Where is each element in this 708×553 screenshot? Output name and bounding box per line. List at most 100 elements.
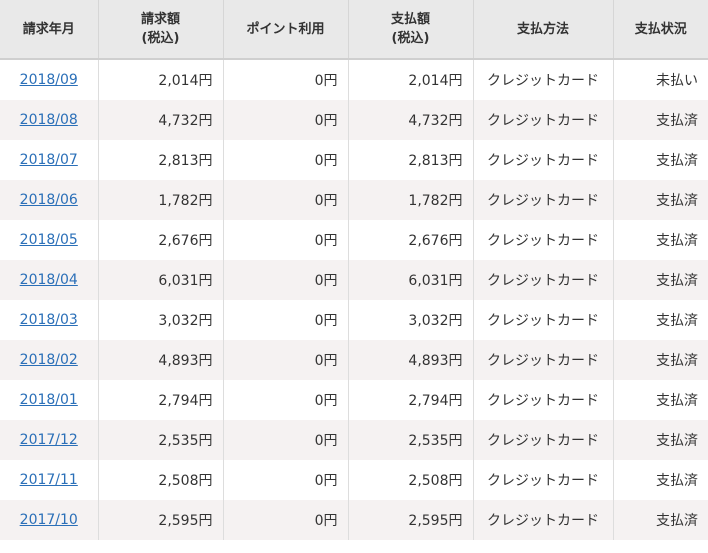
points-used-cell: 0円: [223, 300, 349, 340]
paid-amount-cell: 2,813円: [348, 140, 474, 180]
points-used-cell: 0円: [223, 500, 349, 540]
points-used-cell: 0円: [223, 180, 349, 220]
table-row: 2018/03 3,032円 0円 3,032円 クレジットカード 支払済: [0, 300, 708, 340]
paid-amount-cell: 1,782円: [348, 180, 474, 220]
table-row: 2017/10 2,595円 0円 2,595円 クレジットカード 支払済: [0, 500, 708, 540]
header-paid-amount-label: 支払額: [390, 12, 430, 27]
table-row: 2017/12 2,535円 0円 2,535円 クレジットカード 支払済: [0, 420, 708, 460]
points-used-cell: 0円: [223, 59, 349, 100]
billing-month-cell: 2018/06: [0, 180, 99, 220]
paid-amount-cell: 2,676円: [348, 220, 474, 260]
payment-method-cell: クレジットカード: [473, 59, 614, 100]
table-row: 2018/07 2,813円 0円 2,813円 クレジットカード 支払済: [0, 140, 708, 180]
billing-month-cell: 2018/05: [0, 220, 99, 260]
header-billed-amount-label: 請求額: [140, 12, 180, 27]
billing-month-link[interactable]: 2018/08: [20, 112, 78, 128]
table-row: 2018/02 4,893円 0円 4,893円 クレジットカード 支払済: [0, 340, 708, 380]
paid-amount-cell: 4,893円: [348, 340, 474, 380]
table-body: 2018/09 2,014円 0円 2,014円 クレジットカード 未払い 2018/08 4…: [0, 59, 708, 540]
paid-amount-cell: 2,014円: [348, 59, 474, 100]
table-row: 2018/06 1,782円 0円 1,782円 クレジットカード 支払済: [0, 180, 708, 220]
payment-status-cell: 支払済: [613, 380, 708, 420]
billing-month-cell: 2018/01: [0, 380, 99, 420]
paid-amount-cell: 2,794円: [348, 380, 474, 420]
header-payment-method: 支払方法: [473, 0, 614, 60]
billed-amount-cell: 3,032円: [98, 300, 224, 340]
billed-amount-cell: 2,813円: [98, 140, 224, 180]
billed-amount-cell: 4,893円: [98, 340, 224, 380]
header-billing-month: 請求年月: [0, 0, 99, 60]
table-row: 2018/09 2,014円 0円 2,014円 クレジットカード 未払い: [0, 59, 708, 100]
billing-month-link[interactable]: 2018/01: [20, 392, 78, 408]
billed-amount-cell: 4,732円: [98, 100, 224, 140]
payment-status-cell: 未払い: [613, 59, 708, 100]
billed-amount-cell: 6,031円: [98, 260, 224, 300]
header-payment-status-label: 支払状況: [634, 21, 687, 37]
payment-method-cell: クレジットカード: [473, 500, 614, 540]
billing-month-cell: 2018/03: [0, 300, 99, 340]
payment-method-cell: クレジットカード: [473, 420, 614, 460]
paid-amount-cell: 2,535円: [348, 420, 474, 460]
billing-month-cell: 2017/12: [0, 420, 99, 460]
payment-method-cell: クレジットカード: [473, 100, 614, 140]
billing-history-table: 請求年月 請求額 (税込) ポイント利用 支払額 (税込) 支払方法 支払状況 …: [0, 0, 708, 540]
paid-amount-cell: 6,031円: [348, 260, 474, 300]
billed-amount-cell: 1,782円: [98, 180, 224, 220]
header-billed-amount-tax-note: (税込): [141, 31, 180, 46]
billed-amount-cell: 2,794円: [98, 380, 224, 420]
billing-month-cell: 2018/04: [0, 260, 99, 300]
payment-method-cell: クレジットカード: [473, 340, 614, 380]
billed-amount-cell: 2,595円: [98, 500, 224, 540]
payment-method-cell: クレジットカード: [473, 180, 614, 220]
billing-month-link[interactable]: 2017/11: [20, 472, 78, 488]
payment-status-cell: 支払済: [613, 500, 708, 540]
paid-amount-cell: 2,508円: [348, 460, 474, 500]
paid-amount-cell: 2,595円: [348, 500, 474, 540]
payment-status-cell: 支払済: [613, 460, 708, 500]
billing-month-link[interactable]: 2018/03: [20, 312, 78, 328]
points-used-cell: 0円: [223, 260, 349, 300]
header-billed-amount: 請求額 (税込): [98, 0, 224, 60]
table-row: 2018/05 2,676円 0円 2,676円 クレジットカード 支払済: [0, 220, 708, 260]
billing-month-link[interactable]: 2017/12: [20, 432, 78, 448]
payment-status-cell: 支払済: [613, 340, 708, 380]
points-used-cell: 0円: [223, 100, 349, 140]
billing-month-cell: 2017/11: [0, 460, 99, 500]
table-row: 2018/08 4,732円 0円 4,732円 クレジットカード 支払済: [0, 100, 708, 140]
billing-month-cell: 2017/10: [0, 500, 99, 540]
header-points-used: ポイント利用: [223, 0, 349, 60]
payment-method-cell: クレジットカード: [473, 380, 614, 420]
billing-month-link[interactable]: 2018/09: [20, 72, 78, 88]
paid-amount-cell: 3,032円: [348, 300, 474, 340]
points-used-cell: 0円: [223, 140, 349, 180]
table-row: 2018/04 6,031円 0円 6,031円 クレジットカード 支払済: [0, 260, 708, 300]
points-used-cell: 0円: [223, 420, 349, 460]
billing-month-cell: 2018/09: [0, 59, 99, 100]
payment-method-cell: クレジットカード: [473, 260, 614, 300]
billing-month-link[interactable]: 2018/02: [20, 352, 78, 368]
billing-month-link[interactable]: 2017/10: [20, 512, 78, 528]
billing-month-cell: 2018/07: [0, 140, 99, 180]
billing-month-link[interactable]: 2018/05: [20, 232, 78, 248]
table-header: 請求年月 請求額 (税込) ポイント利用 支払額 (税込) 支払方法 支払状況: [0, 0, 708, 60]
payment-method-cell: クレジットカード: [473, 460, 614, 500]
payment-method-cell: クレジットカード: [473, 220, 614, 260]
billing-month-link[interactable]: 2018/06: [20, 192, 78, 208]
billing-month-link[interactable]: 2018/04: [20, 272, 78, 288]
header-points-used-label: ポイント利用: [246, 21, 325, 37]
billed-amount-cell: 2,676円: [98, 220, 224, 260]
payment-status-cell: 支払済: [613, 300, 708, 340]
payment-status-cell: 支払済: [613, 260, 708, 300]
paid-amount-cell: 4,732円: [348, 100, 474, 140]
header-payment-status: 支払状況: [613, 0, 708, 60]
payment-status-cell: 支払済: [613, 140, 708, 180]
payment-status-cell: 支払済: [613, 180, 708, 220]
payment-method-cell: クレジットカード: [473, 140, 614, 180]
payment-status-cell: 支払済: [613, 420, 708, 460]
points-used-cell: 0円: [223, 340, 349, 380]
table-row: 2018/01 2,794円 0円 2,794円 クレジットカード 支払済: [0, 380, 708, 420]
payment-method-cell: クレジットカード: [473, 300, 614, 340]
billing-month-link[interactable]: 2018/07: [20, 152, 78, 168]
billed-amount-cell: 2,508円: [98, 460, 224, 500]
billed-amount-cell: 2,535円: [98, 420, 224, 460]
